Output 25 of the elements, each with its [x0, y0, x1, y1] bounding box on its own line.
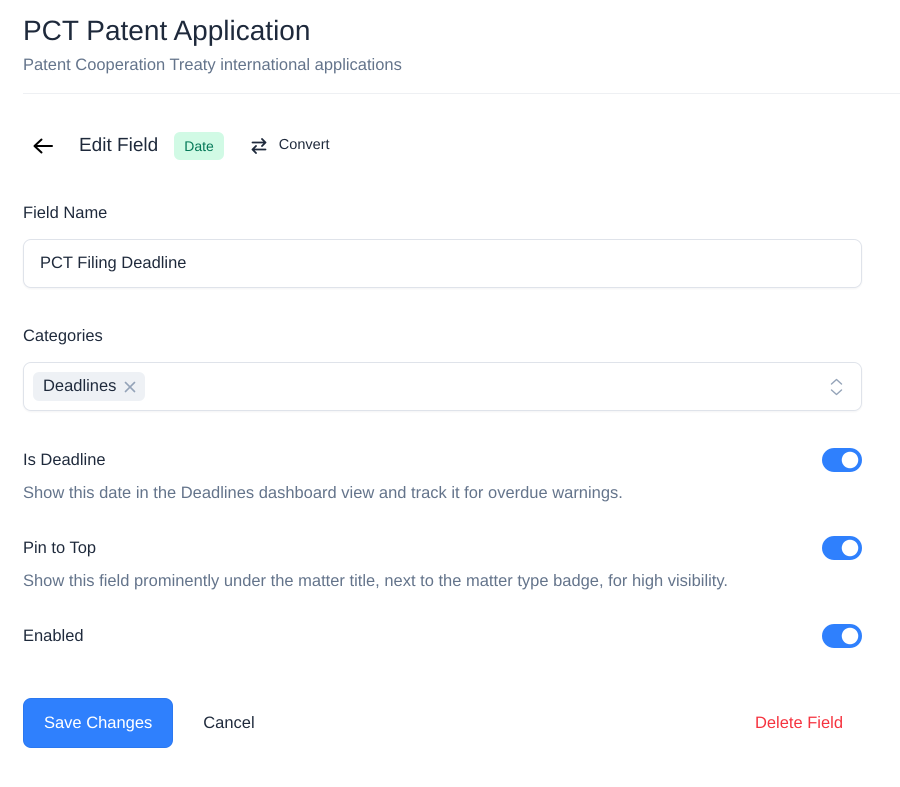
toggle-description: Show this date in the Deadlines dashboard view and track it for overdue warnings.	[23, 483, 624, 504]
category-select-field[interactable]: Deadlines	[23, 362, 862, 411]
field-type-badge: Date	[174, 132, 224, 160]
toggle-description: Show this field prominently under the matter title, next to the matter type badge, for high visibility.	[23, 571, 729, 592]
toggle-label: Pin to Top	[23, 538, 96, 559]
toggle-switch[interactable]	[822, 536, 862, 560]
page-title: PCT Patent Application	[23, 14, 312, 48]
edit-field-title: Edit Field	[79, 134, 158, 158]
toggle-switch[interactable]	[822, 448, 862, 472]
remove-tag-icon[interactable]	[124, 380, 136, 392]
save-button[interactable]: Save Changes	[23, 698, 174, 748]
back-arrow-icon[interactable]	[33, 138, 53, 154]
toggle-switch[interactable]	[822, 624, 862, 648]
chevron-up-down-icon	[830, 378, 843, 396]
text-input-field[interactable]: PCT Filing Deadline	[23, 239, 862, 288]
swap-arrows-icon	[250, 138, 267, 154]
cancel-button[interactable]: Cancel	[203, 710, 255, 736]
toggle-label: Enabled	[23, 626, 84, 647]
field-label: Categories	[23, 326, 104, 347]
convert-button[interactable]: Convert	[250, 135, 330, 157]
tag-label: Deadlines	[43, 376, 116, 398]
toggle-label: Is Deadline	[23, 450, 106, 471]
page-subtitle: Patent Cooperation Treaty international applications	[23, 55, 403, 76]
delete-button[interactable]: Delete Field	[754, 710, 843, 736]
field-label: Field Name	[23, 203, 108, 224]
